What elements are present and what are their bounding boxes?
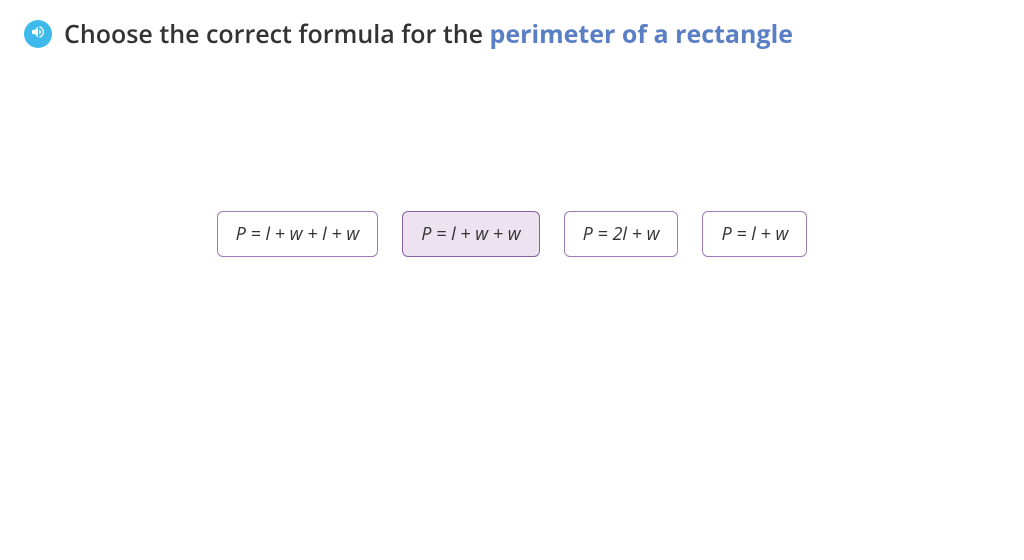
option-1-label: P = l + w + l + w <box>236 222 360 246</box>
question-highlight: perimeter of a rectangle <box>490 17 794 51</box>
option-2-label: P = l + w + w <box>421 222 520 246</box>
audio-play-button[interactable] <box>24 20 52 48</box>
option-4[interactable]: P = l + w <box>702 211 807 257</box>
speaker-icon <box>30 23 46 45</box>
question-prefix: Choose the correct formula for the <box>64 17 490 51</box>
question-prompt: Choose the correct formula for the perim… <box>64 18 793 51</box>
option-4-label: P = l + w <box>721 222 788 246</box>
option-1[interactable]: P = l + w + l + w <box>217 211 379 257</box>
option-2[interactable]: P = l + w + w <box>402 211 539 257</box>
option-3-label: P = 2l + w <box>583 222 660 246</box>
options-group: P = l + w + l + w P = l + w + w P = 2l +… <box>0 211 1024 257</box>
option-3[interactable]: P = 2l + w <box>564 211 679 257</box>
